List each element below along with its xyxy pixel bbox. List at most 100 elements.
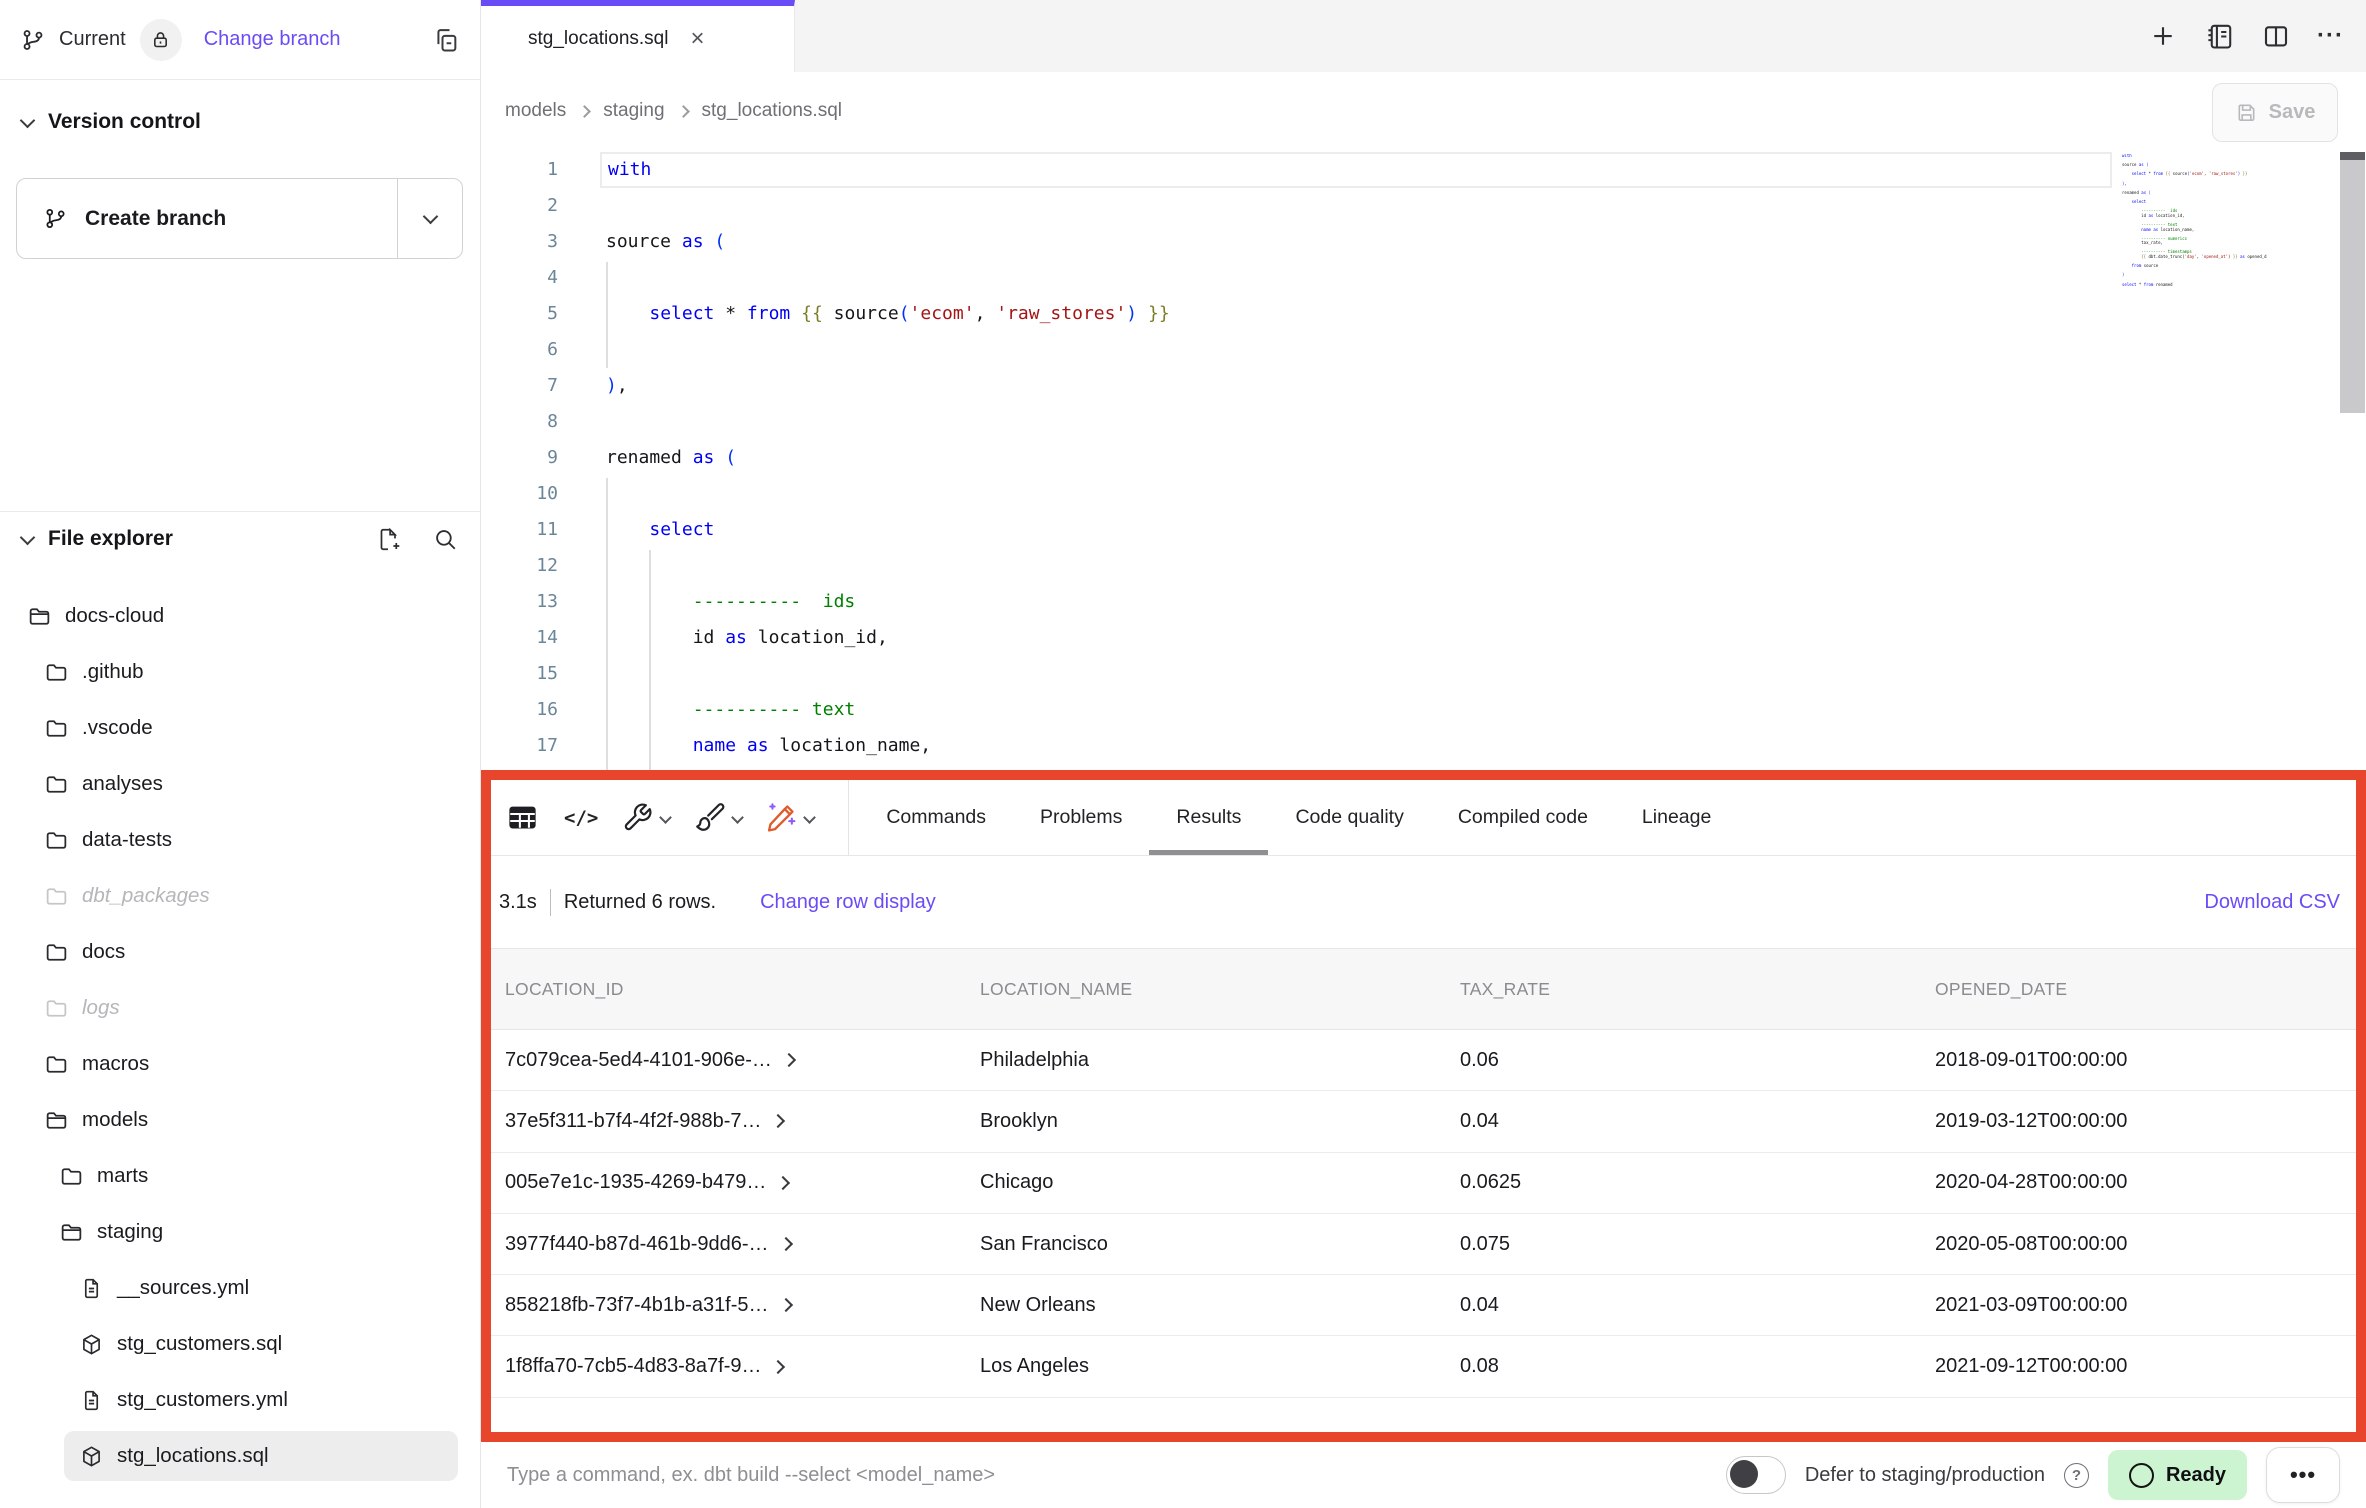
file-tree-item-docs-cloud[interactable]: docs-cloud bbox=[0, 588, 480, 644]
code-line[interactable]: ---------- text bbox=[600, 692, 2112, 728]
version-control-section-header[interactable]: Version control bbox=[0, 96, 480, 148]
file-tree-item-stg-customers-yml[interactable]: stg_customers.yml bbox=[0, 1372, 480, 1428]
code-line[interactable] bbox=[600, 548, 2112, 584]
row-expand-icon[interactable] bbox=[782, 1053, 796, 1067]
create-branch-dropdown[interactable] bbox=[397, 179, 462, 258]
code-line[interactable]: select bbox=[600, 512, 2112, 548]
editor-minimap[interactable]: with source as ( select * from {{ source… bbox=[2122, 154, 2267, 287]
more-actions-button[interactable]: ••• bbox=[2266, 1447, 2340, 1503]
code-line[interactable]: ---------- ids bbox=[600, 584, 2112, 620]
line-number: 11 bbox=[481, 512, 558, 548]
file-tree-item-models[interactable]: models bbox=[0, 1092, 480, 1148]
row-expand-icon[interactable] bbox=[776, 1176, 790, 1190]
code-line[interactable] bbox=[600, 332, 2112, 368]
search-icon[interactable] bbox=[432, 526, 458, 552]
file-tree-item-marts[interactable]: marts bbox=[0, 1148, 480, 1204]
defer-toggle[interactable] bbox=[1726, 1456, 1786, 1494]
file-tree-item-data-tests[interactable]: data-tests bbox=[0, 812, 480, 868]
editor-tab-stg-locations[interactable]: stg_locations.sql × bbox=[481, 0, 795, 72]
download-csv-link[interactable]: Download CSV bbox=[2204, 891, 2340, 914]
table-row[interactable]: 005e7e1c-1935-4269-b479…Chicago0.0625202… bbox=[491, 1153, 2356, 1214]
table-row[interactable]: 858218fb-73f7-4b1b-a31f-5…New Orleans0.0… bbox=[491, 1275, 2356, 1336]
code-line[interactable]: source as ( bbox=[600, 224, 2112, 260]
table-row[interactable]: 1f8ffa70-7cb5-4d83-8a7f-9…Los Angeles0.0… bbox=[491, 1336, 2356, 1397]
table-row[interactable]: 7c079cea-5ed4-4101-906e-…Philadelphia0.0… bbox=[491, 1030, 2356, 1091]
results-status-bar: 3.1s Returned 6 rows. Change row display… bbox=[491, 856, 2356, 948]
editor-scrollbar[interactable] bbox=[2340, 152, 2365, 413]
command-input[interactable]: Type a command, ex. dbt build --select <… bbox=[507, 1464, 995, 1487]
code-line[interactable] bbox=[600, 260, 2112, 296]
file-tree-item-docs[interactable]: docs bbox=[0, 924, 480, 980]
build-tools-icon[interactable] bbox=[622, 802, 670, 833]
code-line[interactable]: select * from {{ source('ecom', 'raw_sto… bbox=[600, 296, 2112, 332]
table-view-icon[interactable] bbox=[505, 800, 540, 835]
panel-tab-code-quality[interactable]: Code quality bbox=[1268, 780, 1430, 855]
table-row[interactable]: 3977f440-b87d-461b-9dd6-…San Francisco0.… bbox=[491, 1214, 2356, 1275]
help-icon[interactable]: ? bbox=[2064, 1463, 2089, 1488]
status-divider bbox=[550, 889, 551, 916]
file-tree-item-label: marts bbox=[97, 1164, 148, 1188]
new-tab-icon[interactable] bbox=[2148, 21, 2178, 51]
file-tree-item-logs[interactable]: logs bbox=[0, 980, 480, 1036]
create-branch-main[interactable]: Create branch bbox=[17, 179, 397, 258]
ai-assist-icon[interactable] bbox=[766, 802, 814, 833]
file-tree-item--github[interactable]: .github bbox=[0, 644, 480, 700]
cell-location-id: 858218fb-73f7-4b1b-a31f-5… bbox=[505, 1294, 980, 1317]
file-tree-item--sources-yml[interactable]: __sources.yml bbox=[0, 1260, 480, 1316]
code-line[interactable]: name as location_name, bbox=[600, 728, 2112, 764]
code-line[interactable] bbox=[600, 404, 2112, 440]
create-branch-button[interactable]: Create branch bbox=[16, 178, 463, 259]
file-tree-item-macros[interactable]: macros bbox=[0, 1036, 480, 1092]
split-editor-icon[interactable] bbox=[2261, 21, 2291, 51]
file-tree-item-staging[interactable]: staging bbox=[0, 1204, 480, 1260]
file-tree-item-analyses[interactable]: analyses bbox=[0, 756, 480, 812]
code-line[interactable]: with bbox=[600, 152, 2112, 188]
row-expand-icon[interactable] bbox=[771, 1114, 785, 1128]
file-explorer-section-header[interactable]: File explorer bbox=[0, 511, 480, 566]
file-tree-item-stg-customers-sql[interactable]: stg_customers.sql bbox=[0, 1316, 480, 1372]
code-line[interactable]: ), bbox=[600, 368, 2112, 404]
panel-tab-compiled-code[interactable]: Compiled code bbox=[1431, 780, 1615, 855]
code-line[interactable] bbox=[600, 188, 2112, 224]
code-line[interactable] bbox=[600, 656, 2112, 692]
panel-tab-problems[interactable]: Problems bbox=[1013, 780, 1149, 855]
editor-code-area[interactable]: with source as ( select * from {{ source(… bbox=[600, 152, 2112, 764]
panel-tab-commands[interactable]: Commands bbox=[859, 780, 1013, 855]
row-expand-icon[interactable] bbox=[771, 1360, 785, 1374]
panel-tab-results[interactable]: Results bbox=[1149, 780, 1268, 855]
code-line[interactable] bbox=[600, 476, 2112, 512]
folder-icon bbox=[44, 940, 69, 965]
format-icon[interactable] bbox=[694, 802, 742, 833]
folder-open-icon bbox=[27, 604, 52, 629]
panel-tab-lineage[interactable]: Lineage bbox=[1615, 780, 1738, 855]
row-expand-icon[interactable] bbox=[778, 1298, 792, 1312]
chevron-down-icon bbox=[20, 529, 36, 545]
close-tab-icon[interactable]: × bbox=[690, 27, 704, 51]
code-line[interactable]: id as location_id, bbox=[600, 620, 2112, 656]
more-options-icon[interactable]: ··· bbox=[2317, 22, 2344, 50]
folder-icon bbox=[44, 772, 69, 797]
code-token bbox=[2122, 213, 2141, 218]
table-row[interactable]: 37e5f311-b7f4-4f2f-988b-7…Brooklyn0.0420… bbox=[491, 1091, 2356, 1152]
code-token: ( bbox=[899, 303, 910, 324]
cell-location-name: Brooklyn bbox=[980, 1110, 1460, 1133]
copy-icon[interactable] bbox=[432, 26, 460, 54]
code-view-icon[interactable]: </> bbox=[564, 807, 598, 829]
save-button[interactable]: Save bbox=[2212, 83, 2338, 142]
notebook-icon[interactable] bbox=[2204, 21, 2235, 52]
row-expand-icon[interactable] bbox=[778, 1237, 792, 1251]
line-number: 15 bbox=[481, 656, 558, 692]
code-token: tax_rate, bbox=[2141, 240, 2163, 245]
change-branch-link[interactable]: Change branch bbox=[204, 28, 341, 51]
code-editor[interactable]: 1234567891011121314151617 withsource as … bbox=[481, 150, 2366, 778]
file-tree-item-dbt-packages[interactable]: dbt_packages bbox=[0, 868, 480, 924]
code-line[interactable]: renamed as ( bbox=[600, 440, 2112, 476]
change-row-display-link[interactable]: Change row display bbox=[760, 891, 936, 914]
code-token: source bbox=[834, 303, 899, 324]
file-tree-item--vscode[interactable]: .vscode bbox=[0, 700, 480, 756]
new-file-icon[interactable] bbox=[375, 526, 402, 553]
line-number: 4 bbox=[481, 260, 558, 296]
model-icon bbox=[79, 1332, 104, 1357]
file-tree-item-stg-locations-sql[interactable]: stg_locations.sql bbox=[0, 1428, 480, 1484]
file-tree-item-label: macros bbox=[82, 1052, 149, 1076]
